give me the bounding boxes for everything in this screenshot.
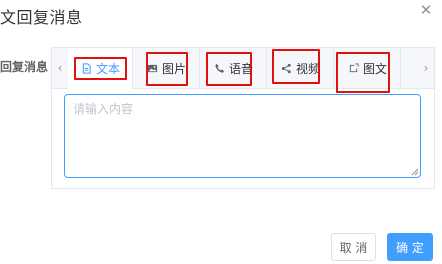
confirm-button[interactable]: 确 定	[387, 233, 433, 261]
tab-label: 文本	[95, 62, 120, 76]
cancel-button[interactable]: 取 消	[331, 233, 376, 261]
document-icon	[80, 62, 93, 75]
tab-label: 图片	[161, 61, 186, 76]
tab-prev-icon[interactable]: ‹	[52, 48, 68, 88]
form-label-reply: 回复消息	[0, 60, 49, 74]
tab-video[interactable]: 视频	[267, 48, 334, 88]
image-icon	[146, 62, 159, 75]
share-icon	[280, 62, 293, 75]
tab-next-icon[interactable]: ›	[418, 48, 434, 88]
phone-icon	[213, 62, 226, 75]
tab-header: ‹ 文本 图片 语音 视频 图文 ›	[52, 48, 434, 89]
news-icon	[347, 62, 360, 75]
tab-label: 语音	[228, 61, 253, 76]
tab-news[interactable]: 图文	[334, 48, 401, 88]
tab-image[interactable]: 图片	[133, 48, 200, 88]
tab-text[interactable]: 文本	[68, 48, 133, 89]
message-textarea[interactable]	[64, 94, 421, 178]
tab-label: 图文	[362, 61, 387, 76]
tab-voice[interactable]: 语音	[200, 48, 267, 88]
dialog-title: 文回复消息	[0, 8, 83, 27]
close-icon[interactable]: ✕	[418, 2, 434, 18]
tab-label: 视频	[295, 61, 320, 76]
